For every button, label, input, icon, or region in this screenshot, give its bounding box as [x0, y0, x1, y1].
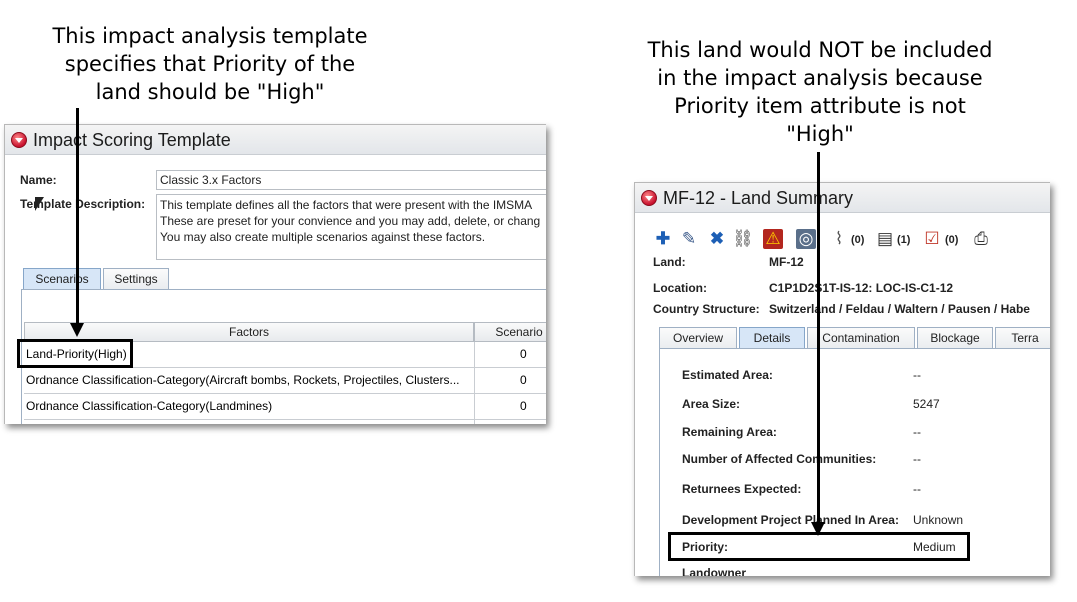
right-arrow-head-icon: [811, 522, 825, 536]
detail-value: 5247: [913, 397, 940, 411]
template-description-field[interactable]: This template defines all the factors th…: [156, 194, 546, 260]
detail-value: --: [913, 482, 921, 496]
score-cell: 0: [520, 347, 527, 361]
window-title-bar[interactable]: MF-12 - Land Summary: [635, 183, 1050, 213]
column-divider: [474, 342, 475, 424]
glasses-icon[interactable]: ◎: [796, 229, 816, 249]
score-cell: 0: [520, 399, 527, 413]
left-arrow-head-icon: [70, 323, 84, 337]
template-name-field[interactable]: Classic 3.x Factors: [156, 170, 546, 190]
printer-icon[interactable]: ⎙: [971, 229, 991, 249]
left-annotation-caption: This impact analysis template specifies …: [10, 22, 410, 106]
tab-settings[interactable]: Settings: [103, 268, 169, 290]
right-caption-line: Priority item attribute is not: [674, 94, 966, 118]
location-value: C1P1D2S1T-IS-12: LOC-IS-C1-12: [769, 281, 954, 295]
detail-value: --: [913, 425, 921, 439]
window-title: MF-12 - Land Summary: [663, 188, 854, 208]
tab-terra[interactable]: Terra: [995, 327, 1050, 349]
right-caption-line: in the impact analysis because: [657, 66, 983, 90]
land-value: MF-12: [769, 255, 804, 269]
document-icon[interactable]: ▤: [875, 229, 895, 249]
right-annotation-caption: This land would NOT be included in the i…: [612, 36, 1028, 148]
highlight-box-land-priority: [17, 339, 133, 368]
detail-value: Unknown: [913, 513, 964, 527]
detail-value: --: [913, 452, 921, 466]
factor-cell: Ordnance Classification-Category(Aircraf…: [26, 373, 460, 387]
detail-label: Landowner: [682, 566, 747, 576]
country-structure-label: Country Structure:: [653, 302, 760, 316]
tab-blockage[interactable]: Blockage: [917, 327, 993, 349]
score-cell: 0: [520, 373, 527, 387]
impact-scoring-template-window: Impact Scoring Template Name: Classic 3.…: [4, 124, 546, 424]
table-row[interactable]: Ordnance Classification-Category(Aircraf…: [24, 368, 546, 394]
link-icon[interactable]: ⛓: [732, 229, 754, 249]
pencil-icon[interactable]: ✎: [679, 229, 699, 249]
window-title: Impact Scoring Template: [33, 130, 231, 150]
template-tabs: Scenarios Settings: [23, 268, 543, 290]
description-line: These are preset for your convience and …: [160, 214, 541, 228]
detail-value: --: [913, 368, 921, 382]
right-arrow-shaft: [817, 152, 820, 528]
hazard-icon[interactable]: ⚠: [763, 229, 783, 249]
detail-label: Area Size:: [682, 397, 741, 411]
app-menu-icon[interactable]: [11, 132, 27, 148]
right-caption-line: This land would NOT be included: [647, 38, 993, 62]
country-structure-value: Switzerland / Feldau / Waltern / Pausen …: [769, 302, 1030, 316]
documents-count: (1): [897, 234, 911, 246]
location-label: Location:: [653, 281, 707, 295]
right-caption-line: "High": [786, 122, 854, 146]
table-row[interactable]: Ordnance Classification-Category(Landmin…: [24, 394, 546, 420]
detail-label: Development Project Planned In Area:: [682, 513, 899, 527]
checklist-icon[interactable]: ☑: [922, 229, 942, 249]
mouse-cursor-icon: [35, 197, 44, 211]
delete-x-icon[interactable]: ✖: [707, 229, 727, 249]
tab-contamination[interactable]: Contamination: [807, 327, 915, 349]
left-caption-line: This impact analysis template: [52, 24, 368, 48]
tab-overview[interactable]: Overview: [659, 327, 737, 349]
tab-scenarios[interactable]: Scenarios: [23, 268, 101, 290]
attachments-count: (0): [851, 234, 865, 246]
description-line: This template defines all the factors th…: [160, 198, 533, 212]
land-summary-tabs: Overview Details Contamination Blockage …: [659, 327, 1050, 349]
detail-label: Number of Affected Communities:: [682, 452, 877, 466]
paperclip-icon[interactable]: ⌇: [829, 229, 849, 249]
tasks-count: (0): [945, 234, 959, 246]
window-title-bar[interactable]: Impact Scoring Template: [5, 125, 546, 155]
tab-details[interactable]: Details: [739, 327, 805, 349]
name-label: Name:: [20, 173, 57, 187]
land-label: Land:: [653, 255, 686, 269]
app-menu-icon[interactable]: [641, 190, 657, 206]
description-line: You may also create multiple scenarios a…: [160, 230, 486, 244]
scenario-column-header[interactable]: Scenario: [474, 322, 546, 342]
plus-icon[interactable]: ✚: [653, 229, 673, 249]
detail-label: Estimated Area:: [682, 368, 773, 382]
land-summary-window: MF-12 - Land Summary ✚ ✎ ✖ ⛓ ⚠ ◎ ⌇ (0) ▤…: [634, 182, 1050, 576]
left-caption-line: land should be "High": [95, 80, 325, 104]
highlight-box-priority: [668, 532, 970, 561]
factor-cell: Ordnance Classification-Category(Landmin…: [26, 399, 273, 413]
left-arrow-shaft: [76, 108, 79, 324]
left-caption-line: specifies that Priority of the: [64, 52, 356, 76]
detail-label: Remaining Area:: [682, 425, 777, 439]
detail-label: Returnees Expected:: [682, 482, 802, 496]
